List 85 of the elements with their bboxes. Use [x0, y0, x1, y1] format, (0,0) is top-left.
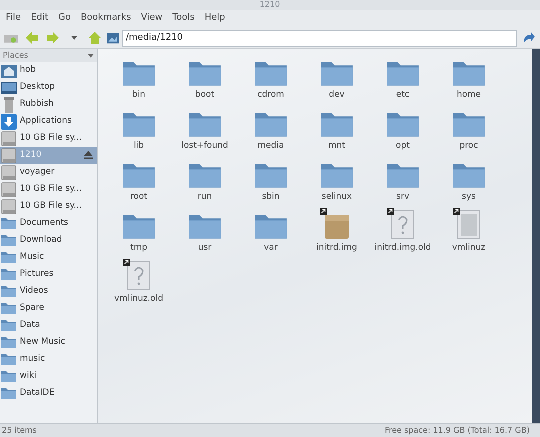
sidebar-item[interactable]: Desktop [0, 79, 97, 96]
caret-icon [70, 36, 78, 40]
file-name[interactable]: root [130, 191, 148, 204]
unknown-file-icon [127, 261, 151, 291]
sidebar-item[interactable]: Documents [0, 215, 97, 232]
file-name[interactable]: run [198, 191, 212, 204]
trash-icon [3, 96, 15, 112]
file-name[interactable]: etc [396, 89, 410, 102]
forward-arrow-icon [46, 31, 60, 45]
panel-title: Places [3, 50, 28, 62]
file-name[interactable]: var [264, 242, 278, 255]
sidebar-item[interactable]: voyager [0, 164, 97, 181]
menu-item[interactable]: Edit [27, 12, 52, 26]
item-count: 25 items [2, 424, 37, 436]
file-name[interactable]: media [258, 140, 284, 153]
package-icon [324, 212, 350, 240]
menu-item[interactable]: Bookmarks [76, 12, 136, 26]
sidebar-item[interactable]: 10 GB File sy... [0, 130, 97, 147]
file-name[interactable]: boot [195, 89, 215, 102]
file-name[interactable]: usr [198, 242, 212, 255]
file-name[interactable]: selinux [322, 191, 352, 204]
folder-icon [1, 268, 17, 281]
folder-icon [1, 319, 17, 332]
window-title: 1210 [260, 0, 280, 10]
sidebar-item[interactable]: Applications [0, 113, 97, 130]
caret-icon [88, 54, 94, 58]
download-icon [1, 114, 17, 130]
unknown-file-icon [391, 210, 415, 240]
binary-file-icon [457, 210, 481, 240]
sidebar-item[interactable]: Rubbish [0, 96, 97, 113]
file-name[interactable]: vmlinuz.old [114, 293, 164, 306]
scrollbar[interactable] [532, 49, 540, 423]
folder-icon [1, 234, 17, 247]
arrow-icon [522, 31, 536, 45]
folder-icon [1, 302, 17, 315]
folder-icon [1, 387, 17, 400]
sidebar-item[interactable]: wiki [0, 368, 97, 385]
back-arrow-icon [25, 31, 39, 45]
sidebar-item[interactable]: hob [0, 62, 97, 79]
sidebar-item[interactable]: Videos [0, 283, 97, 300]
drive-icon [4, 32, 18, 44]
folder-icon [1, 370, 17, 383]
file-name[interactable]: initrd.img.old [374, 242, 432, 255]
sidebar-item[interactable]: Pictures [0, 266, 97, 283]
file-name[interactable]: tmp [130, 242, 148, 255]
file-name[interactable]: lost+found [182, 140, 228, 153]
file-name[interactable]: opt [396, 140, 410, 153]
file-name[interactable]: dev [329, 89, 345, 102]
menu-item[interactable]: View [137, 12, 167, 26]
file-name[interactable]: initrd.img [316, 242, 358, 255]
sidebar-item[interactable]: music [0, 351, 97, 368]
menu-item[interactable]: File [2, 12, 26, 26]
folder-icon [1, 353, 17, 366]
file-name[interactable]: sbin [262, 191, 280, 204]
file-name[interactable]: cdrom [258, 89, 284, 102]
file-name[interactable]: mnt [328, 140, 346, 153]
file-name[interactable]: lib [134, 140, 144, 153]
sidebar-item[interactable]: Data [0, 317, 97, 334]
file-name[interactable]: vmlinuz [452, 242, 486, 255]
home-icon [1, 64, 17, 78]
menu-item[interactable]: Go [54, 12, 75, 26]
file-name[interactable]: bin [132, 89, 146, 102]
home-icon [88, 31, 102, 45]
menu-item[interactable]: Help [200, 12, 230, 26]
location-field[interactable]: /media/1210 [122, 30, 517, 46]
file-name[interactable]: srv [396, 191, 410, 204]
file-name[interactable]: home [456, 89, 482, 102]
sidebar-item[interactable]: 10 GB File sy... [0, 198, 97, 215]
sidebar-item[interactable]: Music [0, 249, 97, 266]
file-name[interactable]: proc [460, 140, 478, 153]
sidebar-item[interactable]: New Music [0, 334, 97, 351]
menu-item[interactable]: Tools [168, 12, 199, 26]
folder-icon [1, 336, 17, 349]
eject-icon[interactable] [83, 151, 94, 160]
free-space-text: Free space: 11.9 GB (Total: 16.7 GB) [384, 424, 530, 436]
folder-icon [1, 217, 17, 230]
folder-icon [1, 251, 17, 264]
file-name[interactable]: sys [462, 191, 476, 204]
sidebar-item[interactable]: DataIDE [0, 385, 97, 402]
folder-picture-icon [107, 32, 119, 44]
sidebar-item[interactable]: 10 GB File sy... [0, 181, 97, 198]
sidebar-item[interactable]: Download [0, 232, 97, 249]
folder-icon [1, 285, 17, 298]
sidebar-item[interactable]: Spare [0, 300, 97, 317]
desktop-icon [1, 80, 17, 94]
